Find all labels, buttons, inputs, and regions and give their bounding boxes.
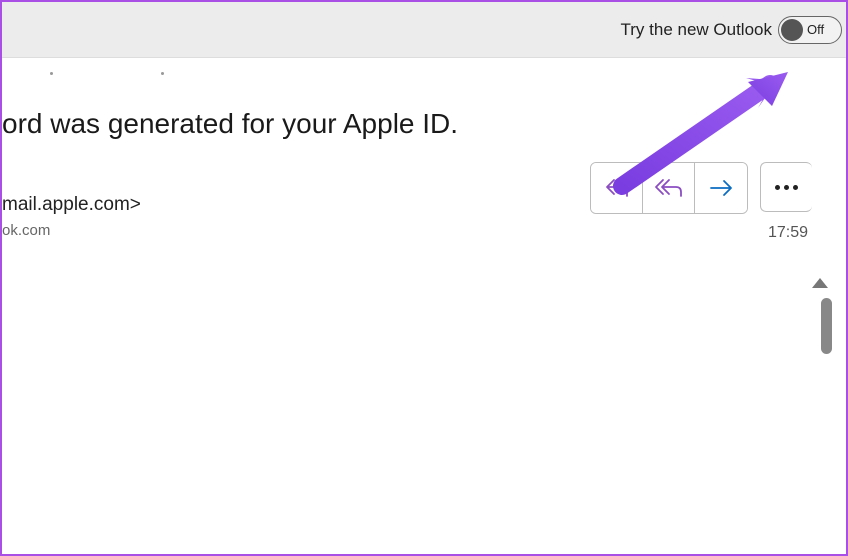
message-from: mail.apple.com> xyxy=(2,194,141,216)
scrollbar-thumb[interactable] xyxy=(821,298,832,354)
reply-button[interactable] xyxy=(591,163,643,213)
forward-button[interactable] xyxy=(695,163,747,213)
message-subject: ord was generated for your Apple ID. xyxy=(2,108,458,140)
reply-all-icon xyxy=(654,176,684,200)
app-header: Try the new Outlook Off xyxy=(2,2,846,58)
reply-forward-group xyxy=(590,162,748,214)
message-to: ok.com xyxy=(2,222,50,239)
message-actions xyxy=(590,162,812,214)
toggle-state-text: Off xyxy=(807,22,824,37)
new-outlook-toggle-container: Try the new Outlook Off xyxy=(621,16,843,44)
ellipsis-icon xyxy=(775,185,798,190)
forward-icon xyxy=(708,178,734,198)
message-time: 17:59 xyxy=(768,224,808,242)
reply-icon xyxy=(604,176,630,200)
header-divider-dots xyxy=(2,72,164,75)
more-actions-button[interactable] xyxy=(760,162,812,212)
toggle-knob xyxy=(781,19,803,41)
new-outlook-toggle[interactable]: Off xyxy=(778,16,842,44)
new-outlook-label: Try the new Outlook xyxy=(621,20,773,40)
reply-all-button[interactable] xyxy=(643,163,695,213)
scroll-up-icon[interactable] xyxy=(812,278,828,288)
